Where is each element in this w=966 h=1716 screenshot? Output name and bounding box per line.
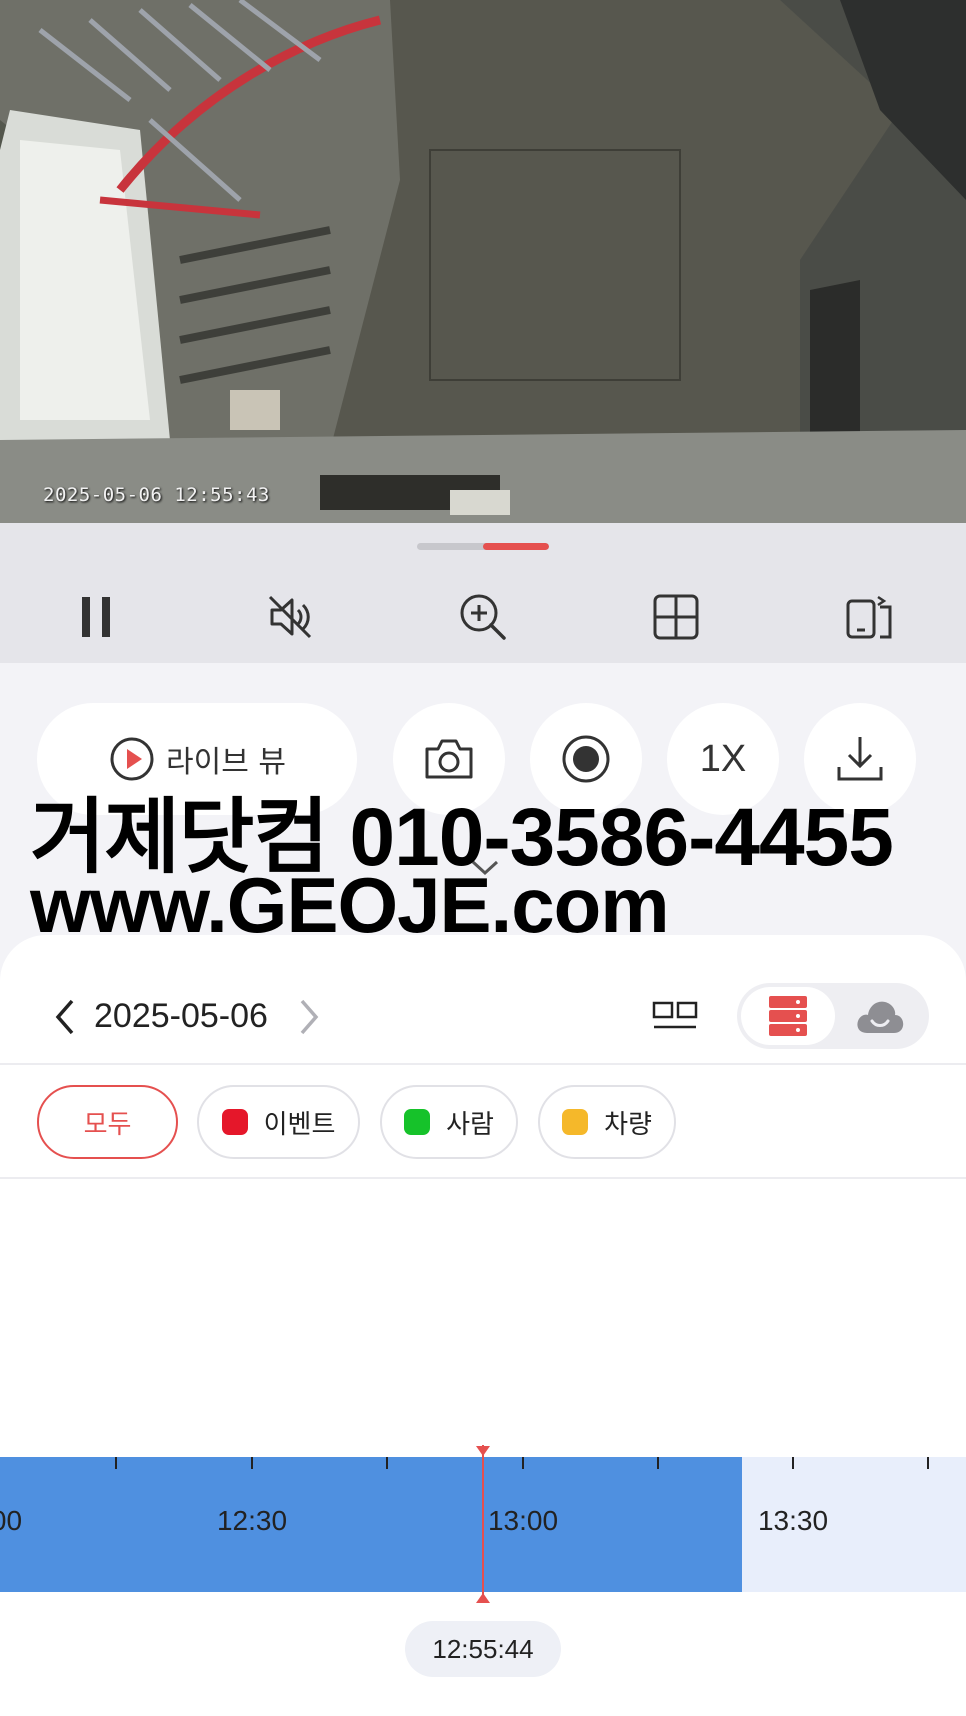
timeline-tick [386,1457,388,1469]
cloud-storage-option[interactable] [835,987,925,1045]
timeline-label: 12:30 [216,1505,288,1536]
playback-sheet: 2025-05-06 모두 이벤트 사람 차량 0 12:30 13:00 13… [0,935,966,1716]
timeline-tick [115,1457,117,1469]
pause-button[interactable] [64,588,128,646]
local-storage-option[interactable] [741,987,835,1045]
rotate-screen-icon [846,595,892,639]
timeline-tick [251,1457,253,1469]
app-screen: 2025-05-06 12:55:43 라이브 뷰 1X 거제닷컴 010-35… [0,0,966,1716]
rotate-screen-button[interactable] [838,588,902,646]
filter-vehicle-label: 차량 [604,1109,652,1140]
person-dot [404,1109,431,1135]
current-date[interactable]: 2025-05-06 [94,997,268,1036]
drag-handle-indicator [483,543,549,550]
camera-video-feed[interactable]: 2025-05-06 12:55:43 [0,0,966,523]
mute-button[interactable] [258,588,322,646]
filter-person-chip[interactable]: 사람 [380,1085,518,1159]
player-controls [0,523,966,663]
timeline-tick [657,1457,659,1469]
filter-vehicle-chip[interactable]: 차량 [538,1085,676,1159]
grid-layout-button[interactable] [644,588,708,646]
timeline-tick [792,1457,794,1469]
recorded-segment[interactable] [0,1457,742,1592]
zoom-in-icon [460,594,506,640]
drag-handle[interactable] [417,543,549,550]
filter-all-label: 모두 [83,1109,132,1140]
pause-icon [82,597,110,637]
storage-icon [769,996,807,1036]
zoom-button[interactable] [451,588,515,646]
grid-layout-icon [653,594,699,640]
thumbnail-view-icon[interactable] [652,999,698,1033]
chevron-left-icon[interactable] [52,997,78,1037]
cloud-icon [857,1001,904,1033]
event-dot [221,1109,248,1135]
filter-person-label: 사람 [446,1109,494,1140]
filter-all-chip[interactable]: 모두 [37,1085,178,1159]
date-bar: 2025-05-06 [0,935,966,1065]
filter-event-chip[interactable]: 이벤트 [197,1085,360,1159]
storage-toggle[interactable] [737,983,929,1049]
video-timestamp: 2025-05-06 12:55:43 [43,484,270,506]
mute-icon [268,595,312,639]
filter-event-label: 이벤트 [263,1109,336,1140]
playhead-bottom-marker [476,1593,490,1603]
current-time-badge: 12:55:44 [405,1621,561,1677]
vehicle-dot [562,1109,589,1135]
timeline-tick [522,1457,524,1469]
timeline-label: 13:30 [757,1505,829,1536]
timeline-label: 12:00 [0,1505,23,1536]
chevron-right-icon[interactable] [296,997,322,1037]
timeline-tick [927,1457,929,1469]
timeline-label: 13:00 [487,1505,559,1536]
camera-scene [0,0,966,523]
filter-bar: 모두 이벤트 사람 차량 [0,1065,966,1179]
playhead-line[interactable] [482,1445,484,1603]
